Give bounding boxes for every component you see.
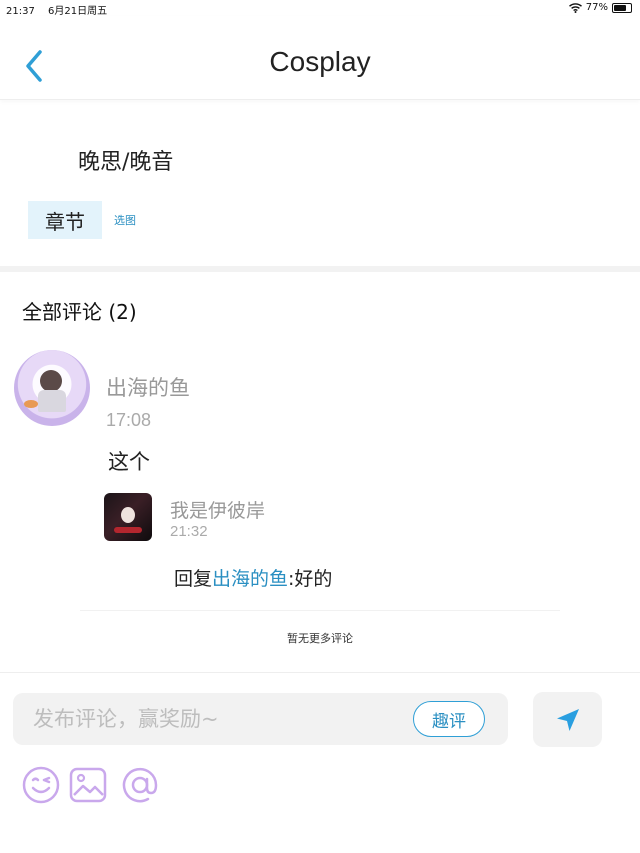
reply-username[interactable]: 我是伊彼岸 <box>170 496 265 523</box>
emoji-icon[interactable] <box>21 765 61 805</box>
reply-avatar[interactable] <box>104 493 152 541</box>
fun-comment-button[interactable]: 趣评 <box>413 701 485 737</box>
reply-mention-link[interactable]: 出海的鱼 <box>212 568 288 590</box>
comment-composer: 趣评 <box>0 672 640 853</box>
reply-avatar-accent <box>114 527 142 533</box>
comments-header: 全部评论 (2) <box>22 300 137 324</box>
status-left: 21:37 6月21日周五 <box>6 2 117 17</box>
chapter-tag[interactable]: 章节 <box>28 201 102 239</box>
comment-time: 17:08 <box>106 410 152 430</box>
section-divider <box>0 266 640 272</box>
battery-percent: 77% <box>585 2 608 13</box>
post-title: 晚思/晚音 <box>78 150 174 175</box>
avatar[interactable] <box>14 350 90 426</box>
reply-body: :好的 <box>288 568 333 590</box>
nav-bar: Cosplay <box>0 16 640 100</box>
list-divider <box>80 610 560 611</box>
avatar-fish-decoration <box>24 400 38 408</box>
send-icon <box>556 708 579 731</box>
status-bar: 21:37 6月21日周五 77% <box>0 0 640 17</box>
page-title: Cosplay <box>269 46 371 77</box>
no-more-comments: 暂无更多评论 <box>287 632 353 645</box>
wifi-icon <box>568 2 582 13</box>
battery-fill <box>614 4 626 11</box>
reply-text: 回复出海的鱼:好的 <box>174 564 332 591</box>
comment-username[interactable]: 出海的鱼 <box>106 372 190 402</box>
select-image-link[interactable]: 选图 <box>114 212 136 228</box>
comment-input-box[interactable]: 趣评 <box>13 693 508 745</box>
image-icon[interactable] <box>68 765 108 805</box>
avatar-figure-body <box>38 390 66 412</box>
comment-text: 这个 <box>108 450 150 474</box>
battery-icon <box>612 2 632 13</box>
send-button[interactable] <box>533 692 602 747</box>
reply-time: 21:32 <box>170 523 208 540</box>
reply-avatar-face <box>121 507 135 523</box>
status-right: 77% <box>568 2 632 13</box>
avatar-figure-head <box>40 370 62 392</box>
comment-input[interactable] <box>33 705 413 733</box>
at-icon[interactable] <box>120 765 160 805</box>
reply-prefix: 回复 <box>174 568 213 590</box>
